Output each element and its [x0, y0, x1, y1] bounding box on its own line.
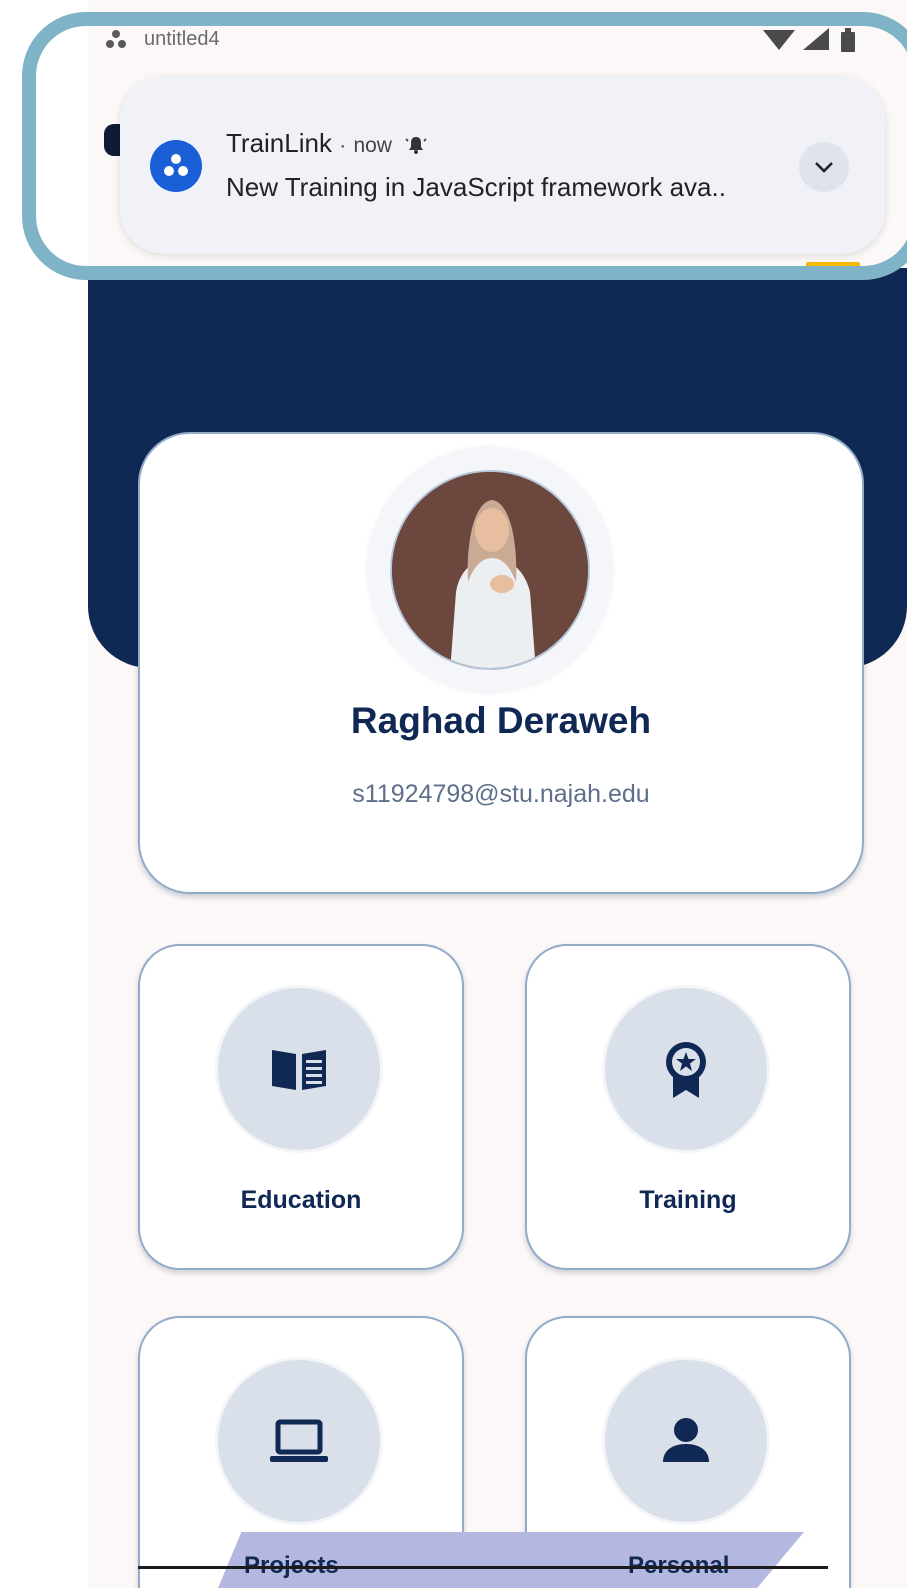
- education-icon-circle: [218, 988, 380, 1150]
- training-icon-circle: [605, 988, 767, 1150]
- training-tile[interactable]: Training: [525, 944, 851, 1270]
- profile-card: Raghad Deraweh s11924798@stu.najah.edu: [138, 432, 864, 894]
- education-label: Education: [240, 1186, 362, 1214]
- personal-icon-circle: [605, 1360, 767, 1522]
- education-tile[interactable]: Education: [138, 944, 464, 1270]
- award-badge-icon: [666, 1042, 706, 1098]
- laptop-icon: [270, 1419, 328, 1462]
- profile-name: Raghad Deraweh: [350, 700, 652, 741]
- avatar[interactable]: [390, 470, 590, 670]
- bottom-divider: [138, 1566, 828, 1569]
- projects-icon-circle: [218, 1360, 380, 1522]
- highlight-frame: [22, 12, 907, 280]
- profile-email: s11924798@stu.najah.edu: [352, 780, 650, 808]
- avatar-ring: [368, 448, 612, 692]
- person-icon: [663, 1418, 709, 1462]
- book-icon: [272, 1050, 326, 1090]
- training-label: Training: [639, 1186, 737, 1214]
